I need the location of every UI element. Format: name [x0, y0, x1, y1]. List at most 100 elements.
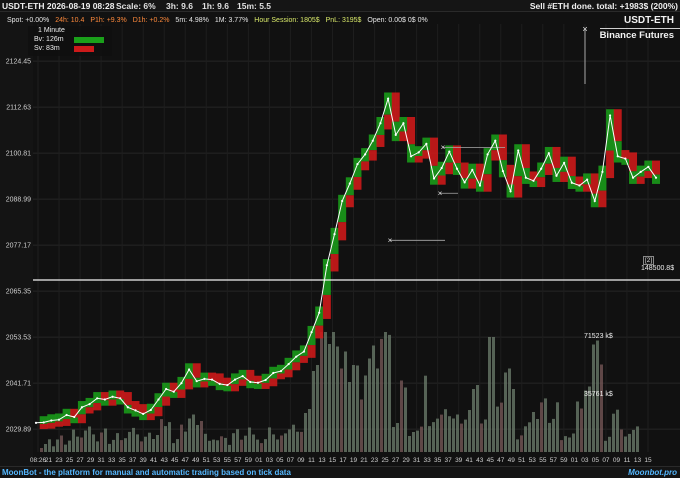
volume-bar	[628, 433, 631, 452]
candle-body	[460, 162, 469, 179]
trade-status-message: Sell #ETH done. total: +1983$ (200%)	[529, 1, 678, 11]
x-tick-label: 01	[255, 457, 263, 464]
volume-bar	[224, 437, 227, 452]
candle-body	[93, 403, 102, 411]
candle-body	[437, 175, 446, 185]
volume-bar	[80, 437, 83, 452]
price-point	[608, 114, 612, 117]
volume-bar	[212, 439, 215, 452]
horizontal-line-tag[interactable]: [2]	[643, 256, 655, 265]
volume-bar	[400, 380, 403, 452]
price-point	[318, 311, 321, 314]
candle-body	[414, 146, 423, 156]
brand-link[interactable]: Moonbot.pro	[628, 467, 677, 478]
candle-body	[475, 163, 484, 181]
volume-bar	[192, 414, 195, 452]
x-tick-label: 41	[150, 457, 158, 464]
price-point	[103, 398, 106, 401]
price-point	[310, 331, 313, 334]
price-point	[241, 375, 244, 378]
candle-body	[269, 378, 278, 387]
price-point	[631, 176, 635, 179]
sell-volume-swatch	[74, 46, 94, 52]
sell-marker-icon[interactable]: ×	[582, 24, 587, 34]
volume-bar	[548, 422, 551, 452]
volume-bar	[404, 387, 407, 452]
candle-body	[521, 144, 530, 169]
volume-bar	[180, 424, 183, 452]
volume-bar	[512, 389, 515, 452]
candle-body	[47, 422, 56, 429]
price-point	[126, 406, 129, 409]
price-point	[210, 378, 214, 381]
volume-bar	[292, 424, 295, 452]
volume-bar	[112, 439, 115, 452]
volume-bar	[432, 422, 435, 452]
interval-label[interactable]: 1 Minute	[38, 27, 65, 34]
volume-bar	[440, 414, 443, 452]
volume-bar	[384, 332, 387, 452]
x-tick-label: 55	[224, 457, 232, 464]
x-tick-label: 45	[171, 457, 179, 464]
volume-bar	[108, 443, 111, 452]
price-point	[425, 142, 428, 145]
x-tick-label: 23	[55, 457, 63, 464]
price-point	[34, 421, 38, 424]
x-tick-label: 25	[66, 457, 74, 464]
price-point	[364, 153, 367, 156]
stat-24h: 24h: 10.4	[55, 17, 85, 24]
volume-bar	[452, 418, 455, 452]
price-point	[295, 355, 298, 358]
volume-bar	[328, 344, 331, 452]
platform-tagline[interactable]: MoonBot - the platform for manual and au…	[2, 467, 291, 478]
order-marker-icon[interactable]: ×	[438, 189, 443, 198]
y-tick-label: 2053.53	[6, 335, 31, 342]
price-point	[180, 382, 183, 385]
price-point	[356, 162, 359, 166]
volume-bar	[176, 439, 179, 452]
volume-bar	[288, 429, 291, 452]
candle-body	[284, 369, 293, 378]
candle-body	[185, 363, 194, 379]
x-tick-label: 37	[445, 457, 453, 464]
x-tick-label: 07	[287, 457, 295, 464]
order-marker-icon[interactable]: ×	[388, 236, 393, 245]
x-tick-label: 37	[129, 457, 137, 464]
price-point	[371, 139, 374, 142]
price-point	[517, 149, 520, 152]
scale-indicator[interactable]: Scale: 6%	[116, 0, 156, 12]
candle-body	[345, 195, 354, 208]
x-tick-label: 31	[97, 457, 105, 464]
candle-body	[407, 116, 416, 145]
candle-body	[307, 325, 316, 346]
price-chart[interactable]: 2124.45 2112.63 2100.81 2088.99 2077.17 2065.…	[0, 12, 680, 466]
volume-bar	[256, 439, 259, 452]
volume-bar	[420, 426, 423, 452]
x-tick-label: 49	[192, 457, 200, 464]
volume-bar	[68, 440, 71, 452]
candle-body	[361, 161, 370, 171]
price-point	[264, 378, 267, 382]
volume-bar	[476, 385, 479, 452]
volume-bar	[468, 410, 471, 452]
price-point	[80, 406, 84, 409]
candle-body	[598, 190, 607, 208]
volume-bar	[560, 440, 563, 452]
volume-bar	[128, 431, 131, 452]
order-marker-icon[interactable]: ×	[441, 143, 446, 152]
chart-area[interactable]: 2124.45 2112.63 2100.81 2088.99 2077.17 2065.…	[0, 12, 680, 466]
volume-mid-label: 35761 k$	[584, 391, 613, 398]
candle-body	[62, 419, 71, 426]
x-tick-label: 39	[140, 457, 148, 464]
candle-body	[345, 177, 354, 196]
volume-bar	[228, 444, 231, 452]
x-tick-label: 51	[203, 457, 211, 464]
candle-body	[292, 362, 301, 371]
volume-bar	[516, 439, 519, 452]
candle-body	[445, 162, 454, 175]
x-tick-label: 57	[550, 457, 558, 464]
candle-body	[560, 171, 569, 182]
stat-open: Open: 0.00$ 0$ 0%	[367, 17, 428, 24]
candle-body	[123, 392, 132, 405]
candle-body	[414, 155, 423, 163]
